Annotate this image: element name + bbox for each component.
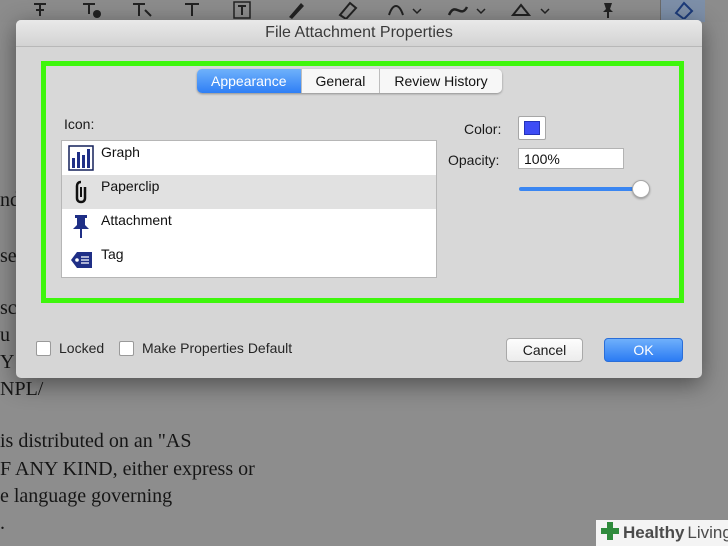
- tag-icon: [67, 246, 95, 274]
- opacity-slider-knob[interactable]: [632, 180, 650, 198]
- text-insert-icon[interactable]: [128, 0, 156, 20]
- text-box-icon[interactable]: [230, 0, 254, 20]
- opacity-label: Opacity:: [448, 152, 500, 168]
- stamp-tool-icon[interactable]: [508, 0, 552, 20]
- make-default-checkbox[interactable]: [119, 340, 134, 356]
- graph-icon: [67, 144, 95, 172]
- pencil-icon[interactable]: [284, 0, 308, 20]
- doc-line: .: [0, 512, 5, 534]
- watermark-brand-bold: Healthy: [623, 523, 685, 542]
- cancel-button[interactable]: Cancel: [506, 338, 583, 362]
- make-default-label: Make Properties Default: [142, 340, 293, 356]
- watermark: Healthy Living: [596, 520, 728, 546]
- tab-review-history[interactable]: Review History: [380, 69, 502, 93]
- color-label: Color:: [464, 121, 502, 137]
- locked-label: Locked: [59, 340, 105, 356]
- pin-icon[interactable]: [596, 0, 620, 20]
- icon-option-paperclip[interactable]: Paperclip: [62, 175, 436, 209]
- color-picker-button[interactable]: [518, 116, 546, 140]
- opacity-slider-track[interactable]: [519, 187, 642, 191]
- watermark-brand-light: Living: [687, 523, 728, 542]
- doc-line: NPL/: [0, 378, 44, 400]
- icon-option-label: Graph: [101, 144, 140, 160]
- icon-option-attachment[interactable]: Attachment: [62, 209, 436, 243]
- doc-line: is distributed on an "AS: [0, 430, 192, 452]
- text-cursor-icon[interactable]: [30, 0, 50, 20]
- locked-checkbox-row[interactable]: Locked: [36, 340, 104, 356]
- color-swatch: [524, 121, 540, 135]
- stamp-icon[interactable]: [78, 0, 106, 20]
- eraser-icon[interactable]: [334, 0, 362, 20]
- doc-line: se: [0, 245, 17, 267]
- doc-line: sc: [0, 297, 17, 319]
- icon-option-label: Tag: [101, 246, 124, 262]
- dialog-title: File Attachment Properties: [16, 20, 702, 47]
- paperclip-icon: [67, 178, 95, 206]
- pushpin-icon: [67, 212, 95, 240]
- plus-leaf-icon: [600, 521, 620, 546]
- shape-icon[interactable]: [384, 0, 424, 20]
- tab-appearance[interactable]: Appearance: [197, 69, 302, 93]
- icon-list[interactable]: Graph Paperclip Attachment Tag: [61, 140, 437, 278]
- icon-label: Icon:: [64, 116, 95, 132]
- file-attachment-properties-dialog: File Attachment Properties Appearance Ge…: [16, 20, 702, 378]
- tab-general[interactable]: General: [301, 69, 381, 93]
- tab-bar: Appearance General Review History: [197, 69, 502, 93]
- doc-line: e language governing: [0, 485, 173, 507]
- doc-line: Y: [0, 351, 15, 373]
- icon-option-tag[interactable]: Tag: [62, 243, 436, 277]
- icon-option-label: Paperclip: [101, 178, 160, 194]
- icon-option-label: Attachment: [101, 212, 172, 228]
- opacity-field[interactable]: 100%: [518, 148, 624, 169]
- attach-tool-icon: [671, 0, 695, 20]
- doc-line: F ANY KIND, either express or: [0, 458, 255, 480]
- make-default-checkbox-row[interactable]: Make Properties Default: [119, 340, 292, 356]
- signature-icon[interactable]: [444, 0, 488, 20]
- icon-option-graph[interactable]: Graph: [62, 141, 436, 175]
- ok-button[interactable]: OK: [604, 338, 683, 362]
- locked-checkbox[interactable]: [36, 340, 51, 356]
- doc-line: u: [0, 324, 10, 346]
- attach-tool-button[interactable]: [660, 0, 705, 22]
- highlight-frame: Appearance General Review History Icon: …: [41, 61, 684, 303]
- text-replace-icon[interactable]: [180, 0, 204, 20]
